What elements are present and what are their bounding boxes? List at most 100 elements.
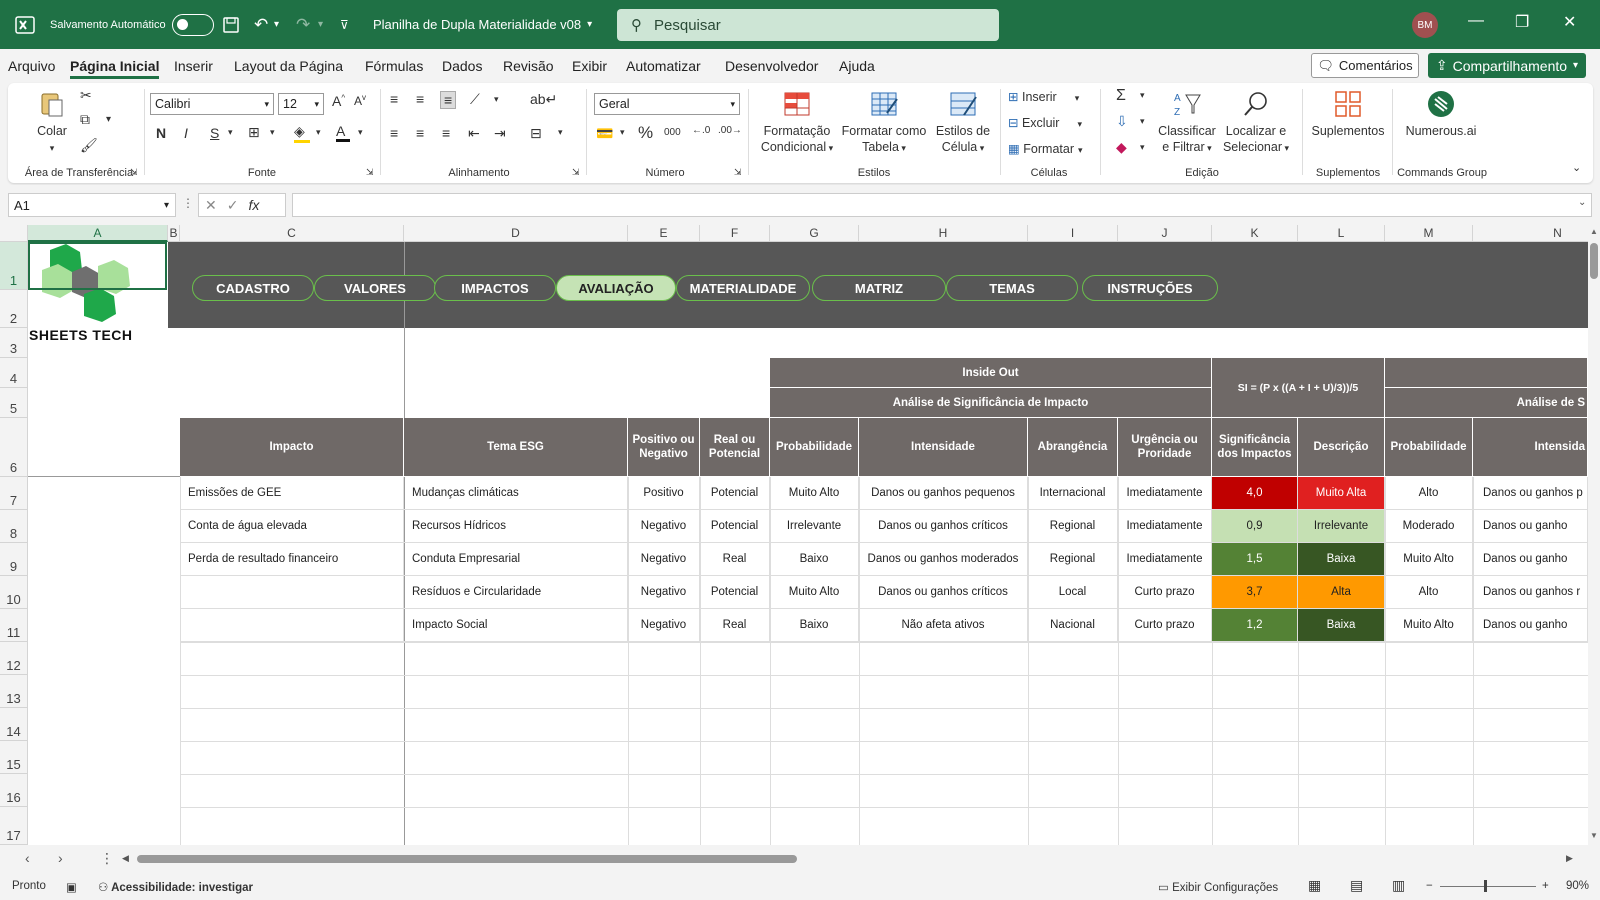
underline-dropdown-icon[interactable]: ▾	[228, 127, 233, 138]
nav-tab-instrucoes[interactable]: INSTRUÇÕES	[1082, 275, 1218, 301]
comments-button[interactable]: 🗨 Comentários	[1311, 53, 1419, 78]
cell-tema[interactable]: Conduta Empresarial	[404, 543, 628, 576]
cell-prob2[interactable]: Alto	[1385, 477, 1473, 510]
col-header-c[interactable]: C	[180, 225, 404, 242]
col-header-d[interactable]: D	[404, 225, 628, 242]
row-header-9[interactable]: 9	[0, 543, 28, 576]
format-painter-icon[interactable]: 🖌	[80, 137, 98, 154]
borders-icon[interactable]: ⊞	[248, 124, 260, 141]
row-header-4[interactable]: 4	[0, 358, 28, 388]
cell-urg[interactable]: Imediatamente	[1118, 543, 1212, 576]
cell-pos-neg[interactable]: Negativo	[628, 609, 700, 642]
cell-desc[interactable]: Baixa	[1298, 609, 1385, 642]
cell-abrang[interactable]: Regional	[1028, 543, 1118, 576]
cancel-icon[interactable]: ✕	[205, 197, 217, 214]
cell-urg[interactable]: Curto prazo	[1118, 576, 1212, 609]
cell-impacto[interactable]	[180, 609, 404, 642]
collapse-ribbon-icon[interactable]: ⌄	[1572, 161, 1581, 174]
addins-button[interactable]: Suplementos	[1308, 89, 1388, 139]
underline-button[interactable]: S	[210, 125, 219, 141]
cell-prob[interactable]: Baixo	[770, 609, 859, 642]
increase-indent-icon[interactable]: ⇥	[494, 125, 506, 142]
avatar[interactable]: BM	[1412, 12, 1438, 38]
row-header-10[interactable]: 10	[0, 576, 28, 609]
cell-prob2[interactable]: Muito Alto	[1385, 609, 1473, 642]
cell-impacto[interactable]: Perda de resultado financeiro	[180, 543, 404, 576]
macro-icon[interactable]: ▣	[66, 880, 77, 894]
tab-pagina-inicial[interactable]: Página Inicial	[70, 58, 160, 79]
share-button[interactable]: ⇪ Compartilhamento ▾	[1428, 53, 1586, 78]
comma-style-icon[interactable]: 000	[664, 127, 681, 138]
cell-desc[interactable]: Muito Alta	[1298, 477, 1385, 510]
tab-desenvolvedor[interactable]: Desenvolvedor	[725, 58, 818, 74]
formula-input[interactable]	[292, 193, 1592, 217]
nav-tab-valores[interactable]: VALORES	[314, 275, 436, 301]
page-layout-view-icon[interactable]: ▤	[1350, 877, 1363, 894]
font-color-dropdown-icon[interactable]: ▾	[358, 127, 363, 138]
scroll-left-icon[interactable]: ◀	[122, 853, 129, 864]
select-all-corner[interactable]	[0, 225, 28, 242]
row-header-5[interactable]: 5	[0, 388, 28, 418]
align-right-icon[interactable]: ≡	[442, 125, 450, 141]
scroll-up-icon[interactable]: ▲	[1590, 227, 1598, 236]
cell-abrang[interactable]: Regional	[1028, 510, 1118, 543]
horizontal-scroll-thumb[interactable]	[137, 855, 797, 863]
undo-dropdown-icon[interactable]: ▾	[274, 0, 279, 49]
cell-prob[interactable]: Muito Alto	[770, 477, 859, 510]
copy-icon[interactable]: ⧉	[80, 111, 90, 128]
close-icon[interactable]: ✕	[1563, 12, 1576, 32]
cell-desc[interactable]: Baixa	[1298, 543, 1385, 576]
cell-prob[interactable]: Muito Alto	[770, 576, 859, 609]
next-sheet-icon[interactable]: ›	[58, 850, 63, 866]
orientation-icon[interactable]: ⟋	[470, 91, 480, 108]
save-icon[interactable]	[222, 0, 240, 49]
cell-pos-neg[interactable]: Negativo	[628, 543, 700, 576]
cell-intens2[interactable]: Danos ou ganho	[1473, 543, 1588, 576]
cell-tema[interactable]: Impacto Social	[404, 609, 628, 642]
sort-filter-button[interactable]: AZ Classificar e Filtrar ▾	[1156, 89, 1218, 156]
col-header-m[interactable]: M	[1385, 225, 1473, 242]
document-title[interactable]: Planilha de Dupla Materialidade v08 ▾	[373, 0, 592, 49]
font-size-select[interactable]: 12 ▾	[278, 93, 324, 115]
increase-decimal-icon[interactable]: ←.0	[692, 125, 710, 136]
col-header-f[interactable]: F	[700, 225, 770, 242]
clear-dropdown-icon[interactable]: ▾	[1140, 142, 1145, 153]
cell-impacto[interactable]	[180, 576, 404, 609]
dialog-launcher-icon[interactable]: ⇲	[130, 167, 138, 178]
restore-icon[interactable]: ❐	[1515, 12, 1529, 32]
fill-dropdown-icon[interactable]: ▾	[316, 127, 321, 138]
zoom-out-icon[interactable]: −	[1426, 880, 1433, 892]
tab-automatizar[interactable]: Automatizar	[626, 58, 701, 74]
search-input[interactable]: ⚲ Pesquisar	[617, 9, 999, 41]
align-middle-icon[interactable]: ≡	[416, 91, 424, 107]
col-header-k[interactable]: K	[1212, 225, 1298, 242]
sheet-options-icon[interactable]: ⋮	[100, 850, 114, 867]
nav-tab-avaliacao[interactable]: AVALIAÇÃO	[556, 275, 676, 301]
number-format-select[interactable]: Geral ▾	[594, 93, 740, 115]
cell-pos-neg[interactable]: Negativo	[628, 510, 700, 543]
row-header-6[interactable]: 6	[0, 418, 28, 477]
row-header-11[interactable]: 11	[0, 609, 28, 642]
accessibility-status[interactable]: ⚇ Acessibilidade: investigar	[98, 880, 253, 894]
cell-signif[interactable]: 1,5	[1212, 543, 1298, 576]
cell-abrang[interactable]: Local	[1028, 576, 1118, 609]
cell-intens[interactable]: Danos ou ganhos críticos	[859, 576, 1028, 609]
nav-tab-materialidade[interactable]: MATERIALIDADE	[676, 275, 810, 301]
redo-dropdown-icon[interactable]: ▾	[318, 0, 323, 49]
previous-sheet-icon[interactable]: ‹	[25, 850, 30, 866]
col-header-b[interactable]: B	[168, 225, 180, 242]
redo-icon[interactable]: ↷	[296, 0, 310, 49]
cut-icon[interactable]: ✂	[80, 87, 92, 104]
zoom-in-icon[interactable]: +	[1542, 880, 1549, 892]
minimize-icon[interactable]: —	[1468, 12, 1484, 30]
cell-urg[interactable]: Curto prazo	[1118, 609, 1212, 642]
cell-pos-neg[interactable]: Negativo	[628, 576, 700, 609]
cell-prob2[interactable]: Moderado	[1385, 510, 1473, 543]
cell-desc[interactable]: Alta	[1298, 576, 1385, 609]
percent-icon[interactable]: %	[638, 123, 653, 143]
scroll-right-icon[interactable]: ▶	[1566, 853, 1573, 864]
decrease-decimal-icon[interactable]: .00→	[718, 125, 742, 136]
increase-font-icon[interactable]: A^	[332, 93, 345, 109]
row-header-8[interactable]: 8	[0, 510, 28, 543]
tab-dados[interactable]: Dados	[442, 58, 482, 74]
